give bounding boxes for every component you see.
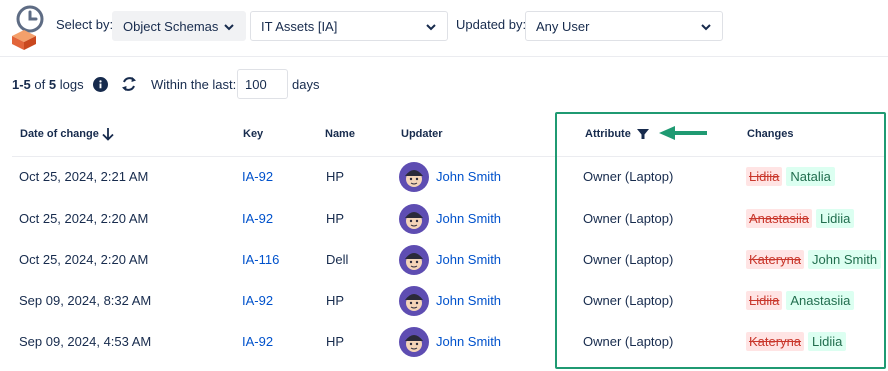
history-logo-icon	[12, 5, 44, 50]
old-value-badge: Lidiia	[746, 167, 783, 186]
updater-link[interactable]: John Smith	[436, 211, 501, 226]
key-link[interactable]: IA-92	[242, 211, 273, 226]
table-row: Oct 25, 2024, 2:21 AM IA-92 HP John Smith Ow…	[12, 157, 884, 198]
info-icon[interactable]	[93, 77, 108, 92]
schema-value: IT Assets [IA]	[261, 18, 338, 34]
attribute-cell: Owner (Laptop)	[583, 334, 674, 349]
days-input[interactable]	[237, 69, 288, 99]
toolbar: Select by: Object Schemas IT Assets [IA]…	[0, 0, 888, 56]
header-attribute: Attribute	[585, 128, 631, 140]
user-avatar-icon	[399, 327, 429, 357]
log-count: 1-5 of 5 logs	[12, 77, 84, 92]
header-changes: Changes	[747, 128, 794, 140]
updater-link[interactable]: John Smith	[436, 334, 501, 349]
within-label: Within the last:	[151, 77, 237, 92]
toolbar-divider	[0, 56, 888, 57]
name-cell: HP	[326, 211, 345, 226]
filter-funnel-icon[interactable]	[636, 127, 650, 141]
select-by-dropdown[interactable]: Object Schemas	[112, 11, 246, 41]
attribute-cell: Owner (Laptop)	[583, 169, 674, 184]
select-by-label: Select by:	[56, 17, 114, 32]
table-row: Oct 25, 2024, 2:20 AM IA-116 Dell John Smit…	[12, 240, 884, 281]
old-value-badge: Anastasiia	[746, 209, 812, 228]
old-value-badge: Kateryna	[746, 250, 805, 269]
header-name: Name	[325, 128, 355, 140]
old-value-badge: Lidiia	[746, 291, 783, 310]
user-avatar-icon	[399, 204, 429, 234]
updater-link[interactable]: John Smith	[436, 169, 501, 184]
chevron-down-icon	[426, 24, 436, 31]
header-date[interactable]: Date of change	[20, 128, 99, 140]
refresh-icon[interactable]	[120, 75, 138, 93]
attribute-cell: Owner (Laptop)	[583, 252, 674, 267]
attribute-cell: Owner (Laptop)	[583, 211, 674, 226]
table-row: Sep 09, 2024, 4:53 AM IA-92 HP John Smith Ow…	[12, 322, 884, 363]
updater-link[interactable]: John Smith	[436, 252, 501, 267]
name-cell: HP	[326, 293, 345, 308]
new-value-badge: Lidiia	[808, 332, 847, 351]
key-link[interactable]: IA-116	[242, 252, 279, 267]
chevron-down-icon	[701, 24, 711, 31]
updated-by-value: Any User	[536, 18, 590, 34]
key-link[interactable]: IA-92	[242, 169, 273, 184]
change-values: Lidiia Natalia	[746, 167, 835, 186]
new-value-badge: John Smith	[808, 250, 882, 269]
name-cell: HP	[326, 334, 345, 349]
table-header: Date of change Key Name Updater Attribut…	[12, 112, 884, 157]
change-values: Anastasiia Lidiia	[746, 209, 855, 228]
date-cell: Oct 25, 2024, 2:21 AM	[19, 169, 149, 184]
updater-link[interactable]: John Smith	[436, 293, 501, 308]
new-value-badge: Lidiia	[815, 209, 855, 228]
date-cell: Sep 09, 2024, 4:53 AM	[19, 334, 152, 349]
user-avatar-icon	[399, 286, 429, 316]
updated-by-label: Updated by:	[456, 17, 527, 32]
table-row: Sep 09, 2024, 8:32 AM IA-92 HP John Smith Ow…	[12, 281, 884, 322]
name-cell: HP	[326, 169, 345, 184]
date-cell: Oct 25, 2024, 2:20 AM	[19, 211, 149, 226]
header-updater: Updater	[401, 128, 443, 140]
days-label: days	[292, 77, 320, 92]
chevron-down-icon	[224, 24, 234, 31]
date-cell: Oct 25, 2024, 2:20 AM	[19, 252, 149, 267]
user-avatar-icon	[399, 162, 429, 192]
change-values: Kateryna John Smith	[746, 250, 882, 269]
header-key: Key	[243, 128, 264, 140]
new-value-badge: Natalia	[786, 167, 835, 186]
date-cell: Sep 09, 2024, 8:32 AM	[19, 293, 152, 308]
updated-by-dropdown[interactable]: Any User	[525, 11, 723, 41]
attribute-cell: Owner (Laptop)	[583, 293, 674, 308]
key-link[interactable]: IA-92	[242, 293, 273, 308]
name-cell: Dell	[326, 252, 349, 267]
change-values: Lidiia Anastasiia	[746, 291, 855, 310]
change-values: Kateryna Lidiia	[746, 332, 847, 351]
select-by-value: Object Schemas	[123, 18, 219, 34]
annotation-arrow-icon	[659, 126, 707, 140]
user-avatar-icon	[399, 245, 429, 275]
schema-dropdown[interactable]: IT Assets [IA]	[250, 11, 448, 41]
key-link[interactable]: IA-92	[242, 334, 273, 349]
sort-arrow-down-icon[interactable]	[100, 126, 116, 142]
new-value-badge: Anastasiia	[786, 291, 855, 310]
table-row: Oct 25, 2024, 2:20 AM IA-92 HP John Smith Ow…	[12, 199, 884, 240]
old-value-badge: Kateryna	[746, 332, 805, 351]
